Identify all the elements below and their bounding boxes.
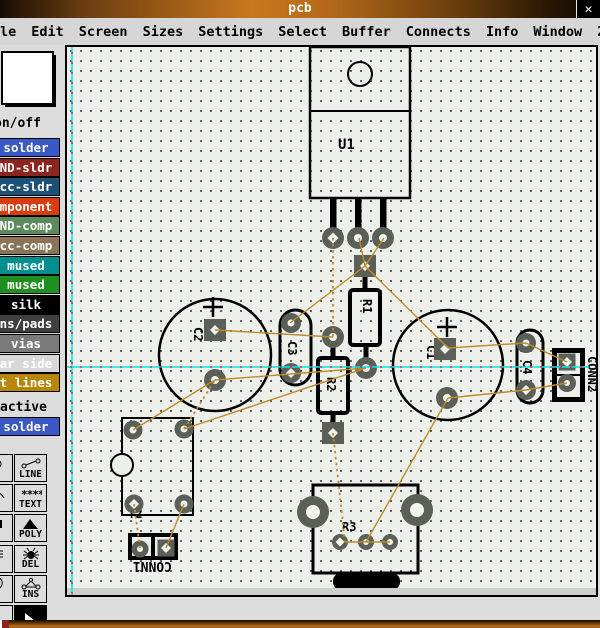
pcb-canvas[interactable]: U1 R1 R2 R3 C1 C2 C3 C4 T2 CONN1 CONN2: [65, 45, 598, 597]
menu-sizes[interactable]: Sizes: [143, 24, 184, 40]
rat-line[interactable]: [290, 266, 365, 323]
tool-button-label: POLY: [19, 530, 42, 540]
layer-button-nd-comp[interactable]: ND-comp: [0, 216, 60, 235]
lower-window-corner: [0, 620, 9, 628]
label-conn1: CONN1: [133, 558, 172, 573]
canvas-bottom-strip[interactable]: [67, 588, 596, 595]
round-pad[interactable]: [372, 227, 394, 249]
lower-window-titlebar[interactable]: [0, 620, 600, 628]
side-panel: on/off solderND-sldrcc-sldrmponentND-com…: [0, 45, 65, 628]
component-c2[interactable]: [159, 297, 271, 411]
tool-button-t[interactable]: T: [0, 575, 13, 603]
line-icon: [20, 457, 42, 470]
tool-button-poly[interactable]: POLY: [14, 514, 47, 542]
rat-line[interactable]: [448, 390, 526, 398]
layer-button-ar-side[interactable]: ar side: [0, 354, 60, 373]
round-pad[interactable]: [347, 227, 369, 249]
layer-button-mused[interactable]: mused: [0, 256, 60, 275]
onoff-label: on/off: [0, 116, 50, 131]
tool-button-label: LINE: [19, 470, 42, 480]
menu-connects[interactable]: Connects: [406, 24, 471, 40]
layer-button-mused[interactable]: mused: [0, 275, 60, 294]
label-conn2: CONN2: [585, 356, 596, 392]
window-titlebar[interactable]: pcb: [0, 0, 600, 18]
layer-button-cc-sldr[interactable]: cc-sldr: [0, 177, 60, 196]
menu-file[interactable]: le: [0, 24, 16, 40]
active-label: active: [0, 400, 47, 415]
component-r1[interactable]: [350, 267, 380, 368]
tool-button-line[interactable]: LINE: [14, 454, 47, 482]
menu-select[interactable]: Select: [278, 24, 327, 40]
tool-button-t[interactable]: T: [0, 514, 13, 542]
label-r3: R3: [342, 520, 356, 534]
window-title: pcb: [288, 0, 311, 18]
menu-window[interactable]: Window: [533, 24, 582, 40]
rat-line[interactable]: [215, 330, 333, 337]
layer-button-silk[interactable]: silk: [0, 295, 60, 314]
layer-button-mponent[interactable]: mponent: [0, 197, 60, 216]
layer-preview-box[interactable]: [1, 51, 54, 105]
rat-line[interactable]: [365, 266, 448, 348]
layer-button-nd-sldr[interactable]: ND-sldr: [0, 158, 60, 177]
tool-button-label: DEL: [22, 560, 39, 570]
close-icon[interactable]: ✕: [576, 0, 600, 18]
rat-line[interactable]: [448, 343, 526, 348]
menu-buffer[interactable]: Buffer: [342, 24, 391, 40]
menu-info[interactable]: Info: [486, 24, 519, 40]
layer-button-cc-comp[interactable]: cc-comp: [0, 236, 60, 255]
round-pad[interactable]: [297, 496, 329, 528]
menu-bar: le Edit Screen Sizes Settings Select Buf…: [0, 18, 600, 45]
round-pad[interactable]: [132, 541, 149, 558]
rect-icon: [0, 517, 8, 530]
tool-button-label: TEXT: [19, 500, 42, 510]
pcb-drawing: U1 R1 R2 R3 C1 C2 C3 C4 T2 CONN1 CONN2: [67, 47, 596, 595]
layer-button-ns-pads[interactable]: ns/pads: [0, 314, 60, 333]
rot-icon: [0, 577, 8, 590]
tool-button-f[interactable]: F: [0, 545, 13, 573]
label-c3: C3: [285, 341, 299, 355]
tool-button-a[interactable]: A: [0, 454, 13, 482]
layer-button-solder[interactable]: solder: [0, 138, 60, 157]
via-icon: [0, 457, 8, 470]
tool-button-del[interactable]: DEL: [14, 545, 47, 573]
round-pad[interactable]: [401, 494, 433, 526]
tool-button-ins[interactable]: INS: [14, 575, 47, 603]
menu-screen[interactable]: Screen: [79, 24, 128, 40]
tool-button-c[interactable]: C: [0, 484, 13, 512]
pcb-application-window: pcb ✕ le Edit Screen Sizes Settings Sele…: [0, 0, 600, 628]
buf-icon: [0, 547, 8, 560]
poly-icon: [20, 517, 42, 530]
text-icon: *****: [20, 487, 42, 500]
layer-button-t-lines[interactable]: t lines: [0, 373, 60, 392]
square-pad[interactable]: [434, 338, 456, 360]
menu-edit[interactable]: Edit: [31, 24, 64, 40]
component-u1[interactable]: [310, 47, 410, 230]
arc-icon: [0, 487, 8, 500]
tool-button-text[interactable]: *****TEXT: [14, 484, 47, 512]
label-u1: U1: [338, 137, 355, 153]
active-layer-button[interactable]: solder: [0, 417, 60, 436]
tool-button-label: INS: [22, 590, 39, 600]
label-r1: R1: [360, 299, 374, 313]
svg-text:*****: *****: [21, 488, 42, 500]
layer-button-vias[interactable]: vias: [0, 334, 60, 353]
refdes-labels: U1 R1 R2 R3 C1 C2 C3 C4 T2 CONN1 CONN2: [128, 137, 596, 573]
label-c2: C2: [191, 327, 205, 341]
menu-settings[interactable]: Settings: [198, 24, 263, 40]
